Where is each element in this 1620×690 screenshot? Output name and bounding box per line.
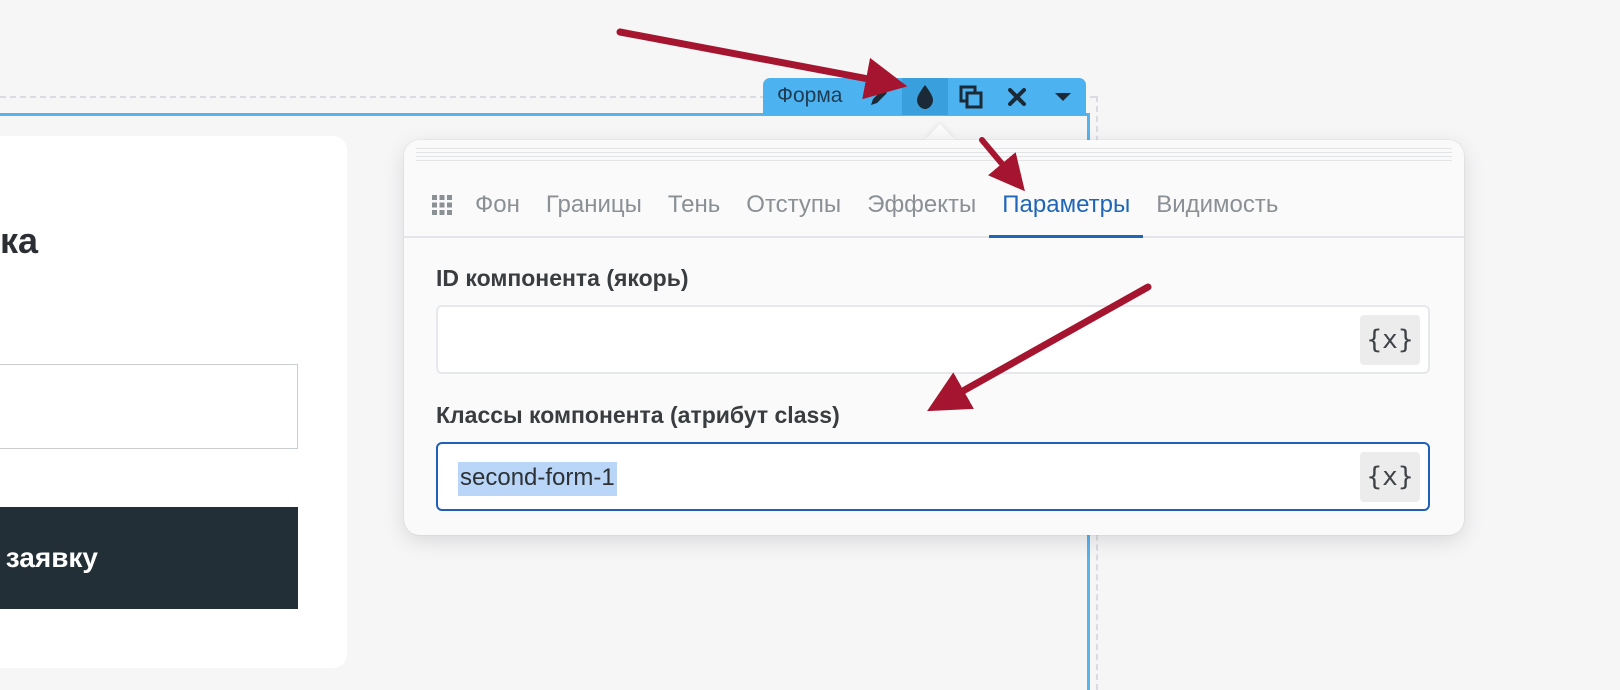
copy-icon — [959, 85, 983, 108]
duplicate-button[interactable] — [948, 78, 994, 115]
tab-shadow[interactable]: Тень — [655, 174, 733, 236]
edit-button[interactable] — [856, 78, 902, 115]
tab-spacing[interactable]: Отступы — [733, 174, 854, 236]
caret-down-icon — [1055, 92, 1072, 101]
component-classes-variable-button[interactable]: {x} — [1360, 452, 1420, 502]
more-button[interactable] — [1040, 78, 1086, 115]
style-settings-popover: Фон Границы Тень Отступы Эффекты Парамет… — [404, 140, 1464, 535]
tab-background[interactable]: Фон — [462, 174, 533, 236]
style-button[interactable] — [902, 78, 949, 115]
tab-visibility[interactable]: Видимость — [1143, 174, 1291, 236]
drop-icon — [917, 84, 934, 109]
component-toolbar: Форма — [763, 78, 1087, 115]
pencil-icon — [871, 88, 888, 105]
tab-parameters[interactable]: Параметры — [989, 174, 1144, 238]
arrow-to-style-button — [616, 28, 908, 100]
popover-drag-handle[interactable] — [416, 148, 1452, 164]
component-id-field: {x} — [436, 305, 1430, 374]
close-icon — [1008, 87, 1027, 106]
component-id-variable-button[interactable]: {x} — [1360, 315, 1420, 365]
component-id-label: ID компонента (якорь) — [436, 265, 689, 291]
component-classes-value[interactable]: second-form-1 — [458, 462, 617, 496]
delete-button[interactable] — [994, 78, 1040, 115]
tabs-menu-button[interactable] — [422, 174, 462, 236]
component-type-label: Форма — [777, 84, 843, 107]
component-id-input[interactable] — [458, 317, 1338, 362]
editor-stage: ка заявку Форма Фон Границы Тень Отступы… — [0, 0, 1620, 690]
settings-tabs: Фон Границы Тень Отступы Эффекты Парамет… — [404, 174, 1464, 238]
popover-caret — [924, 124, 956, 141]
component-classes-field[interactable]: second-form-1 {x} — [436, 442, 1430, 511]
tab-borders[interactable]: Границы — [533, 174, 655, 236]
grid-icon — [432, 195, 452, 215]
component-classes-label: Классы компонента (атрибут class) — [436, 402, 840, 428]
tab-effects[interactable]: Эффекты — [854, 174, 989, 236]
